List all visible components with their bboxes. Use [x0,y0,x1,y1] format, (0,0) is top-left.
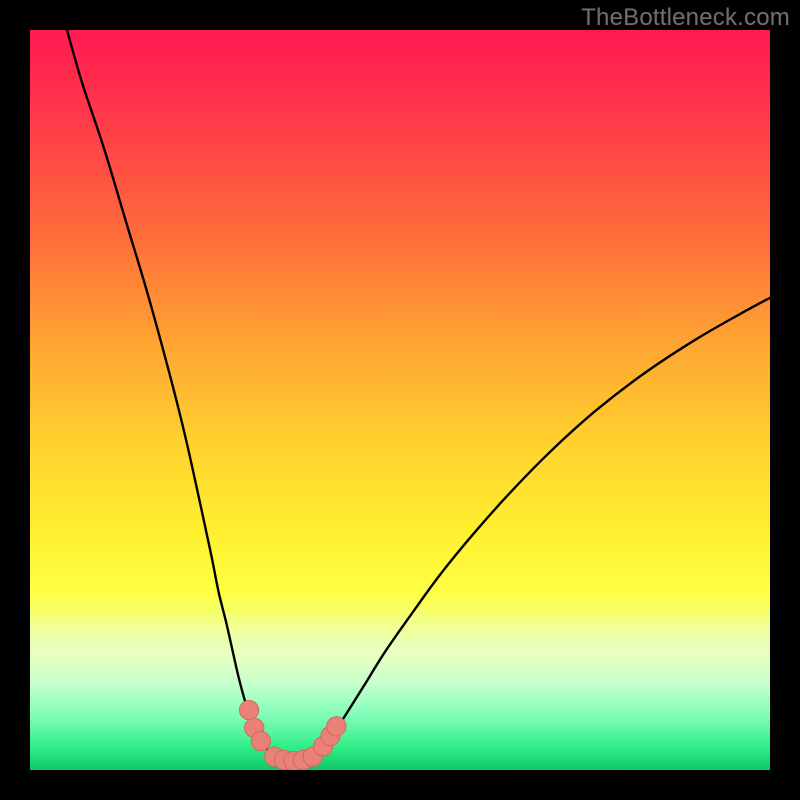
marker-dot [251,732,270,751]
marker-group [239,700,346,770]
watermark-text: TheBottleneck.com [581,4,790,32]
marker-dot [239,700,258,719]
curve-right-branch [325,298,770,745]
chart-svg [30,30,770,770]
curve-left-branch [67,30,263,745]
marker-dot [327,717,346,736]
chart-plot-area [30,30,770,770]
chart-frame: TheBottleneck.com [0,0,800,800]
